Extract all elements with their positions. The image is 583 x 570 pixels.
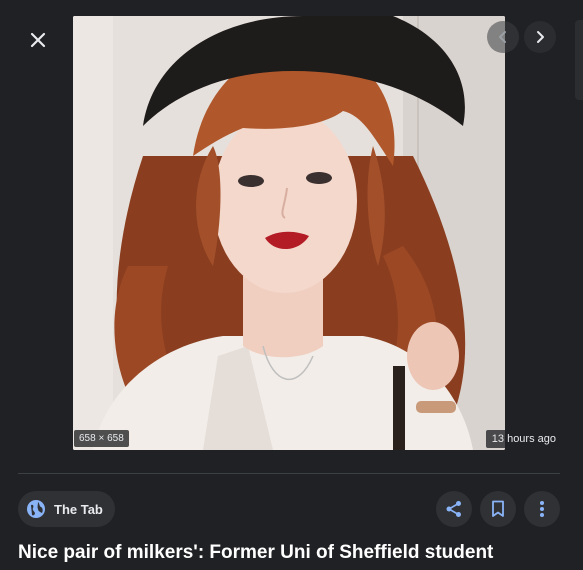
source-name: The Tab [54,501,103,517]
previous-image-button[interactable] [487,21,519,53]
share-button[interactable] [436,491,472,527]
image-viewer-panel: 658 × 658 13 hours ago The Tab Nice pair… [0,0,583,570]
next-image-button[interactable] [524,21,556,53]
chevron-right-icon [537,31,544,43]
more-options-button[interactable] [524,491,560,527]
preview-image[interactable] [73,16,505,450]
more-vert-icon [540,501,544,517]
timestamp-badge: 13 hours ago [485,430,562,448]
portrait-photo [73,16,505,450]
chevron-left-icon [499,31,506,43]
image-caption-link[interactable]: Nice pair of milkers': Former Uni of She… [18,541,578,565]
close-icon [30,32,46,48]
share-icon [446,501,461,517]
divider [18,473,560,474]
image-dimensions-badge: 658 × 658 [74,430,129,447]
save-button[interactable] [480,491,516,527]
source-chip[interactable]: The Tab [18,491,115,527]
adjacent-panel-edge [575,20,583,100]
bookmark-icon [492,500,504,517]
globe-icon [26,499,46,519]
close-button[interactable] [22,24,54,56]
